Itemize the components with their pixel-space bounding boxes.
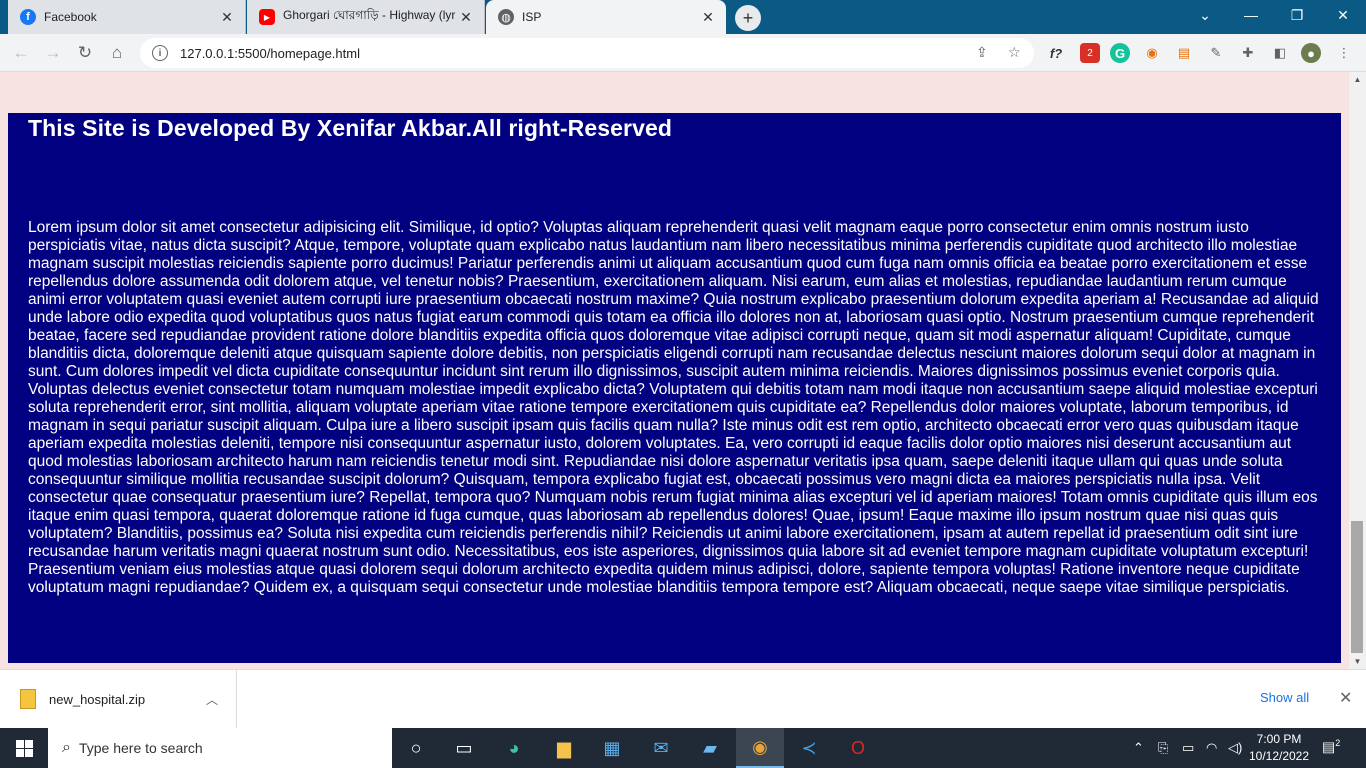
taskbar-search[interactable]: ⌕ Type here to search (48, 728, 392, 768)
reload-button[interactable]: ↻ (72, 41, 98, 65)
calendar-extension-icon[interactable]: ▤ (1174, 43, 1194, 63)
battery-icon[interactable]: ▭ (1182, 728, 1194, 768)
download-item[interactable]: new_hospital.zip ︿ (0, 670, 237, 728)
facebook-icon: f (20, 9, 36, 25)
extensions-puzzle-icon[interactable]: ✚ (1238, 43, 1258, 63)
page-viewport: This Site is Developed By Xenifar Akbar.… (0, 72, 1349, 669)
chrome-icon[interactable]: ◉ (736, 728, 784, 768)
edge-icon[interactable]: ◕ (490, 728, 538, 768)
cortana-icon[interactable]: ○ (392, 728, 440, 768)
footer-paragraph: Lorem ipsum dolor sit amet consectetur a… (28, 219, 1319, 596)
footer-heading: This Site is Developed By Xenifar Akbar.… (28, 115, 673, 141)
side-panel-icon[interactable]: ◧ (1270, 43, 1290, 63)
search-placeholder: Type here to search (78, 740, 203, 756)
extension-icon[interactable]: ◉ (1142, 43, 1162, 63)
mail-icon[interactable]: ✉ (637, 728, 685, 768)
forward-button[interactable]: → (40, 41, 66, 65)
tab-title: Facebook (44, 10, 97, 24)
restore-button[interactable]: ❐ (1274, 0, 1320, 30)
task-view-icon[interactable]: ▭ (440, 728, 488, 768)
scroll-down-icon[interactable]: ▼ (1349, 654, 1366, 669)
clock-date: 10/12/2022 (1248, 749, 1310, 763)
avatar[interactable]: ● (1301, 43, 1321, 63)
file-explorer-icon[interactable]: ▆ (540, 728, 588, 768)
opera-icon[interactable]: O (834, 728, 882, 768)
close-tab-icon[interactable]: ✕ (700, 9, 716, 25)
extension-badge-icon[interactable]: 2 (1080, 43, 1100, 63)
notification-center-icon[interactable]: ▤2 (1322, 738, 1340, 756)
footer-section: This Site is Developed By Xenifar Akbar.… (8, 113, 1341, 663)
site-info-icon[interactable]: i (152, 45, 168, 61)
close-download-bar-icon[interactable]: ✕ (1339, 688, 1352, 708)
youtube-icon: ▶ (259, 9, 275, 25)
scroll-up-icon[interactable]: ▲ (1349, 72, 1366, 87)
device-icon[interactable]: ⎘ (1158, 728, 1168, 768)
plus-icon: + (742, 7, 754, 28)
address-bar[interactable]: i 127.0.0.1:5500/homepage.html ⇪ ☆ (140, 38, 1034, 68)
show-all-link[interactable]: Show all (1260, 690, 1309, 705)
download-bar: new_hospital.zip ︿ Show all ✕ (0, 669, 1366, 728)
menu-kebab-icon[interactable]: ⋮ (1334, 43, 1354, 63)
vertical-scrollbar[interactable]: ▲ ▼ (1349, 72, 1366, 669)
show-hidden-icons[interactable]: ⌃ (1133, 728, 1144, 768)
store-icon[interactable]: ▦ (588, 728, 636, 768)
zip-file-icon (20, 689, 36, 709)
clock[interactable]: 7:00 PM 10/12/2022 (1248, 731, 1310, 765)
tab-isp[interactable]: ◍ ISP ✕ (486, 0, 726, 34)
clock-time: 7:00 PM (1256, 732, 1302, 746)
scrollbar-thumb[interactable] (1351, 521, 1363, 653)
globe-icon: ◍ (498, 9, 514, 25)
close-tab-icon[interactable]: ✕ (219, 9, 235, 25)
windows-logo-icon (15, 739, 33, 757)
start-button[interactable] (0, 728, 48, 768)
tab-facebook[interactable]: f Facebook ✕ (8, 0, 246, 34)
bookmark-star-icon[interactable]: ☆ (1008, 44, 1021, 61)
new-tab-button[interactable]: + (735, 5, 761, 31)
eyedropper-icon[interactable]: ✎ (1206, 43, 1226, 63)
close-tab-icon[interactable]: ✕ (458, 9, 474, 25)
grammarly-icon[interactable]: G (1110, 43, 1130, 63)
search-icon: ⌕ (62, 739, 71, 756)
vscode-icon[interactable]: ≺ (785, 728, 833, 768)
tab-youtube[interactable]: ▶ Ghorgari ঘোরগাড়ি - Highway (lyr ✕ (247, 0, 485, 34)
download-file-name: new_hospital.zip (49, 691, 146, 707)
share-icon[interactable]: ⇪ (976, 44, 988, 61)
tab-title: Ghorgari ঘোরগাড়ি - Highway (lyr (283, 8, 456, 22)
wifi-icon[interactable]: ◠ (1206, 728, 1217, 768)
tab-search-icon[interactable]: ⌄ (1182, 0, 1228, 30)
notification-count: 2 (1335, 738, 1341, 748)
chevron-up-icon[interactable]: ︿ (206, 691, 218, 708)
remote-desktop-icon[interactable]: ▰ (686, 728, 734, 768)
tab-strip: f Facebook ✕ ▶ Ghorgari ঘোরগাড়ি - Highw… (0, 0, 1366, 34)
tab-title: ISP (522, 10, 542, 24)
minimize-button[interactable]: — (1228, 0, 1274, 30)
browser-toolbar: ← → ↻ ⌂ i 127.0.0.1:5500/homepage.html ⇪… (0, 34, 1366, 72)
back-button[interactable]: ← (8, 41, 34, 65)
windows-taskbar: ⌕ Type here to search ○ ▭ ◕ ▆ ▦ ✉ ▰ ◉ ≺ … (0, 728, 1366, 768)
home-button[interactable]: ⌂ (104, 41, 130, 65)
volume-icon[interactable]: ◁) (1228, 728, 1242, 768)
formula-extension-icon[interactable]: f? (1046, 43, 1066, 63)
url-text: 127.0.0.1:5500/homepage.html (180, 45, 360, 61)
close-window-button[interactable]: ✕ (1320, 0, 1366, 30)
